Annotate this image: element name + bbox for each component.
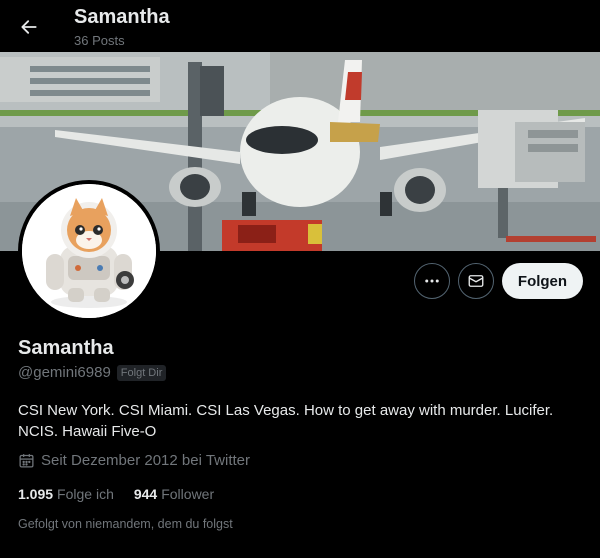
astronaut-cat-avatar bbox=[22, 184, 156, 318]
following-count: 1.095 bbox=[18, 486, 54, 502]
calendar-icon bbox=[19, 454, 34, 468]
following-stat[interactable]: 1.095 Folge ich bbox=[18, 486, 114, 502]
back-button[interactable] bbox=[12, 10, 46, 44]
handle-row: @gemini6989 Folgt Dir bbox=[18, 364, 167, 381]
header-post-count: 36 Posts bbox=[74, 33, 125, 48]
more-dots-icon bbox=[425, 279, 439, 283]
follow-stats: 1.095 Folge ich 944 Follower bbox=[18, 486, 214, 502]
follows-you-badge: Folgt Dir bbox=[116, 364, 167, 381]
arrow-left-icon bbox=[21, 20, 37, 34]
more-options-button[interactable] bbox=[414, 263, 450, 299]
following-label: Folge ich bbox=[57, 486, 114, 502]
profile-avatar[interactable] bbox=[18, 180, 160, 322]
profile-bio: CSI New York. CSI Miami. CSI Las Vegas. … bbox=[18, 402, 554, 440]
profile-handle: @gemini6989 bbox=[18, 364, 111, 381]
joined-date: Seit Dezember 2012 bei Twitter bbox=[18, 452, 250, 469]
top-bar: Samantha 36 Posts bbox=[0, 0, 600, 52]
profile-name: Samantha bbox=[18, 337, 114, 359]
followers-label: Follower bbox=[161, 486, 215, 502]
envelope-icon bbox=[468, 275, 484, 287]
followers-count: 944 bbox=[133, 486, 158, 502]
joined-text: Seit Dezember 2012 bei Twitter bbox=[41, 452, 250, 469]
followers-stat[interactable]: 944 Follower bbox=[134, 486, 214, 502]
message-button[interactable] bbox=[458, 263, 494, 299]
header-name: Samantha bbox=[74, 6, 170, 28]
followed-by-text: Gefolgt von niemandem, dem du folgst bbox=[18, 517, 233, 531]
follow-button[interactable]: Folgen bbox=[502, 263, 583, 299]
